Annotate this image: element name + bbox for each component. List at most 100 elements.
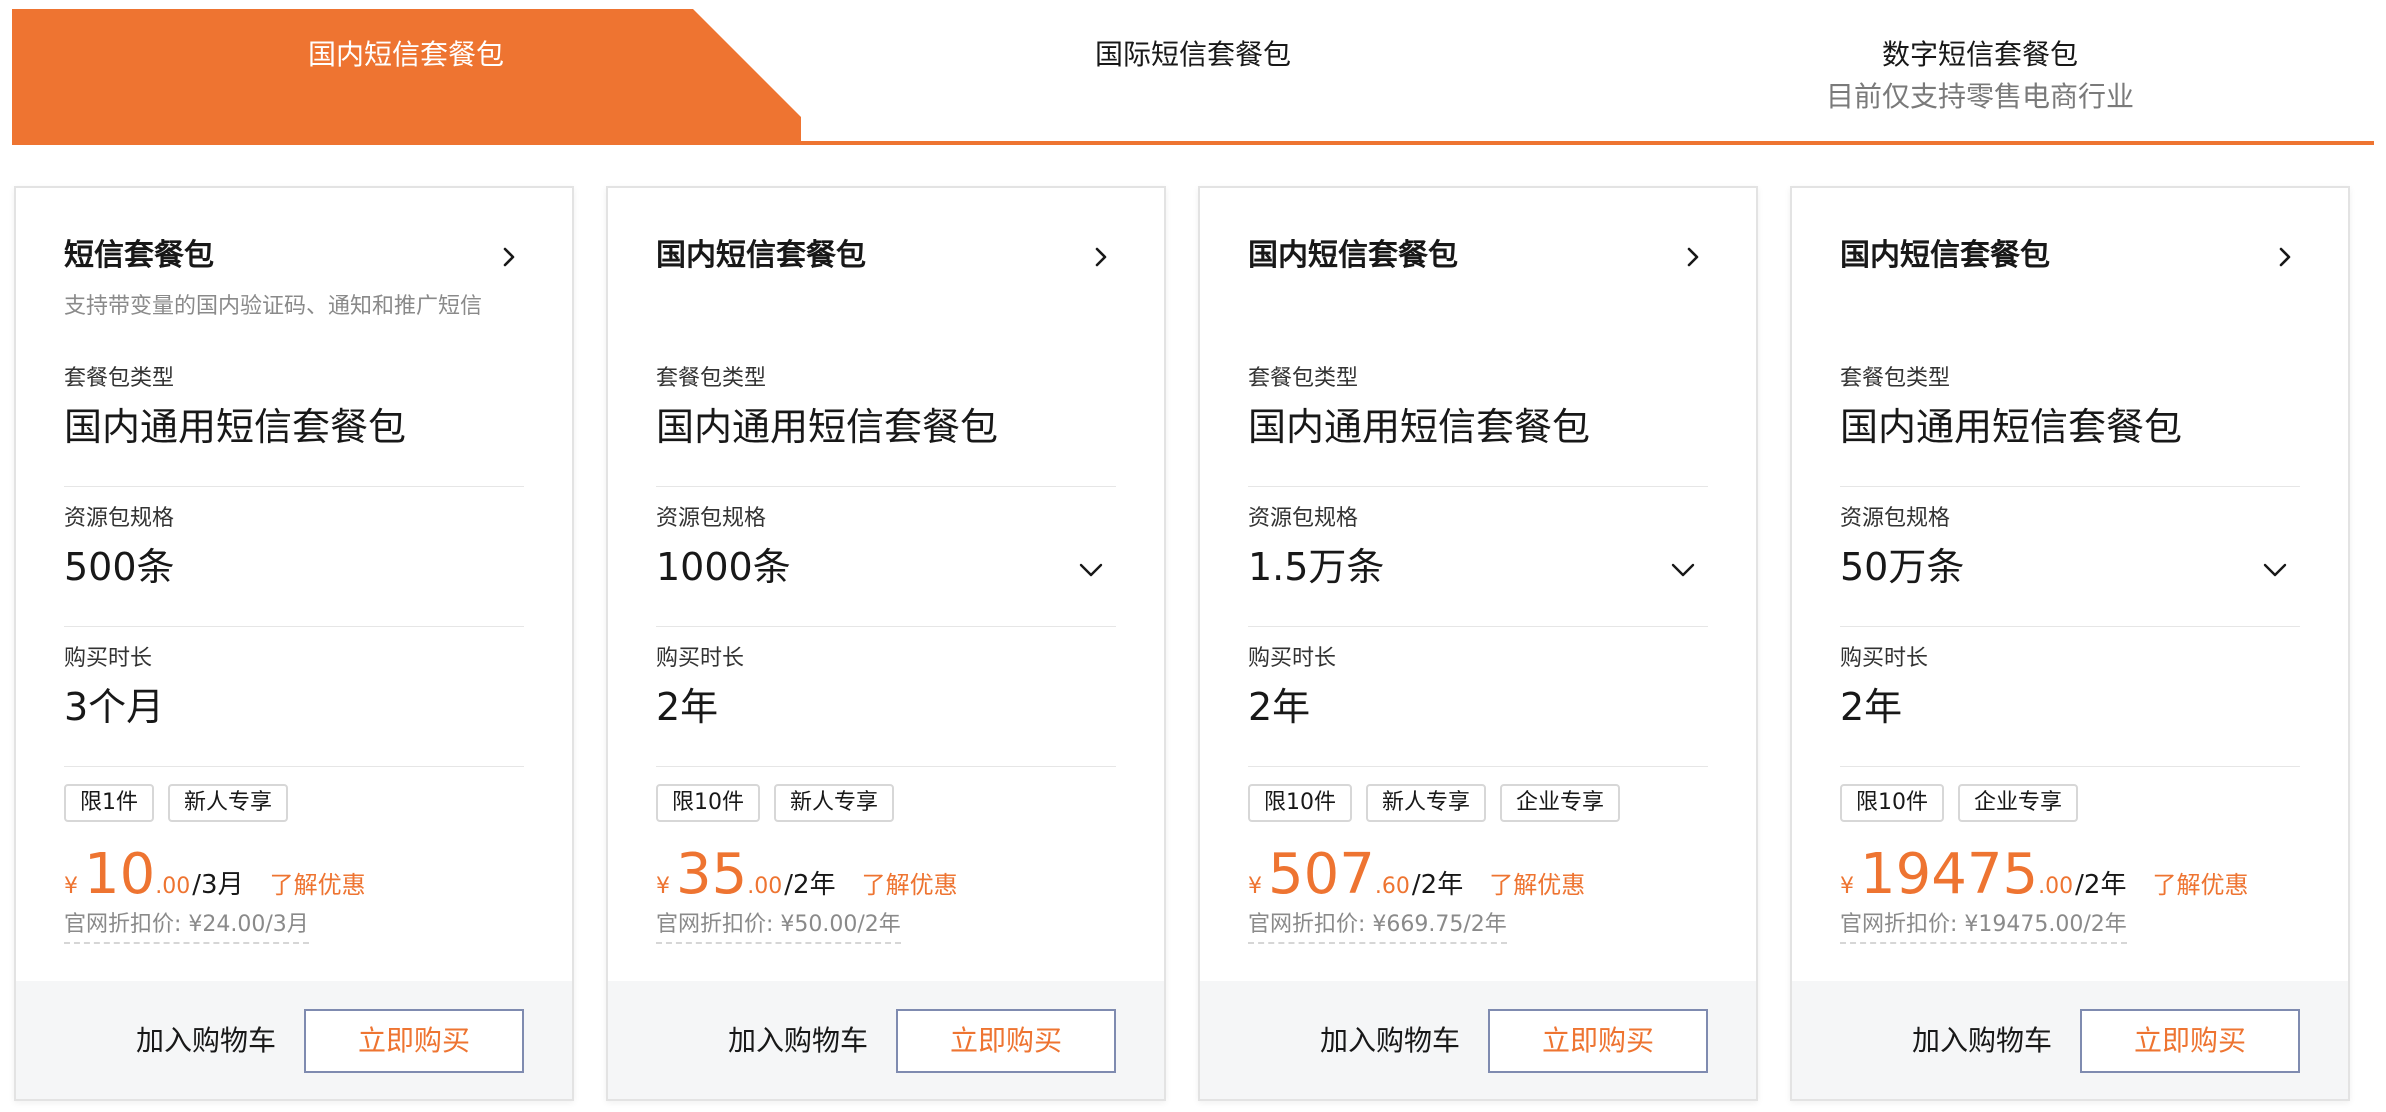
add-to-cart-button[interactable]: 加入购物车 — [1912, 1009, 2052, 1073]
card-title: 国内短信套餐包 — [1248, 238, 1458, 273]
duration-value: 2年 — [656, 685, 719, 729]
package-type-value: 国内通用短信套餐包 — [1248, 405, 1591, 449]
chevron-right-icon — [1687, 247, 1699, 267]
spec-label: 资源包规格 — [64, 506, 175, 531]
add-to-cart-button[interactable]: 加入购物车 — [728, 1009, 868, 1073]
price-unit: /2年 — [2075, 870, 2127, 900]
package-type-value: 国内通用短信套餐包 — [656, 405, 999, 449]
package-card: 短信套餐包 支持带变量的国内验证码、通知和推广短信 套餐包类型 国内通用短信套餐… — [14, 186, 574, 1101]
spec-value: 50万条 — [1840, 545, 1965, 589]
duration-label: 购买时长 — [656, 646, 745, 671]
duration-label: 购买时长 — [1248, 646, 1337, 671]
promo-link[interactable]: 了解优惠 — [1489, 865, 1585, 900]
buy-now-button[interactable]: 立即购买 — [304, 1009, 524, 1073]
spec-label: 资源包规格 — [1840, 506, 1951, 531]
spec-select[interactable]: 50万条 — [1840, 542, 2300, 598]
price-integer: 35 — [676, 842, 748, 907]
package-type-label: 套餐包类型 — [1248, 366, 1359, 391]
package-tabs: 国内短信套餐包 国际短信套餐包 数字短信套餐包 目前仅支持零售电商行业 — [12, 9, 2374, 145]
tag-badge: 新人专享 — [774, 784, 895, 822]
divider — [1840, 626, 2300, 627]
chevron-right-icon — [503, 247, 515, 267]
promo-link[interactable]: 了解优惠 — [270, 865, 366, 900]
tag-badge: 限10件 — [1248, 784, 1352, 822]
buy-now-button[interactable]: 立即购买 — [896, 1009, 1116, 1073]
currency-symbol: ¥ — [656, 874, 670, 899]
duration-value: 3个月 — [64, 685, 165, 729]
divider — [656, 766, 1116, 767]
tag-badge: 限1件 — [64, 784, 154, 822]
card-title: 短信套餐包 — [64, 238, 214, 273]
buy-now-button[interactable]: 立即购买 — [1488, 1009, 1708, 1073]
divider — [1248, 766, 1708, 767]
card-header-link[interactable]: 短信套餐包 — [64, 236, 524, 276]
divider — [1840, 766, 2300, 767]
price: ¥ 507 .60 /2年 了解优惠 — [1248, 840, 1585, 910]
card-footer: 加入购物车 立即购买 — [16, 981, 572, 1099]
divider — [64, 626, 524, 627]
duration-label: 购买时长 — [64, 646, 153, 671]
package-card: 国内短信套餐包 套餐包类型 国内通用短信套餐包 资源包规格 1000条 购买时长… — [606, 186, 1166, 1101]
buy-now-button[interactable]: 立即购买 — [2080, 1009, 2300, 1073]
card-footer: 加入购物车 立即购买 — [608, 981, 1164, 1099]
tab-international-sms[interactable]: 国际短信套餐包 — [799, 9, 1587, 141]
duration-value: 2年 — [1248, 685, 1311, 729]
card-header-link[interactable]: 国内短信套餐包 — [656, 236, 1116, 276]
spec-value: 1.5万条 — [1248, 545, 1385, 589]
currency-symbol: ¥ — [64, 874, 78, 899]
tag-badge: 企业专享 — [1500, 784, 1621, 822]
spec-select[interactable]: 1.5万条 — [1248, 542, 1708, 598]
promo-link[interactable]: 了解优惠 — [2152, 865, 2248, 900]
card-title: 国内短信套餐包 — [656, 238, 866, 273]
price-decimal: .00 — [747, 874, 783, 899]
card-header-link[interactable]: 国内短信套餐包 — [1248, 236, 1708, 276]
duration-label: 购买时长 — [1840, 646, 1929, 671]
price: ¥ 35 .00 /2年 了解优惠 — [656, 840, 958, 910]
card-description: 支持带变量的国内验证码、通知和推广短信 — [64, 294, 483, 319]
original-price: 官网折扣价: ¥24.00/3月 — [64, 910, 309, 944]
spec-value: 500条 — [64, 545, 175, 589]
chevron-down-icon — [2263, 563, 2287, 577]
add-to-cart-button[interactable]: 加入购物车 — [1320, 1009, 1460, 1073]
price-decimal: .00 — [155, 874, 191, 899]
divider — [1248, 486, 1708, 487]
spec-select[interactable]: 1000条 — [656, 542, 1116, 598]
card-footer: 加入购物车 立即购买 — [1200, 981, 1756, 1099]
divider — [656, 626, 1116, 627]
tab-underline — [12, 141, 2374, 145]
spec-label: 资源包规格 — [656, 506, 767, 531]
package-type-label: 套餐包类型 — [1840, 366, 1951, 391]
price-unit: /2年 — [1411, 870, 1464, 900]
package-type-value: 国内通用短信套餐包 — [64, 405, 407, 449]
tag-badge: 限10件 — [656, 784, 760, 822]
package-type-label: 套餐包类型 — [64, 366, 175, 391]
tag-list: 限10件 新人专享 — [656, 784, 895, 822]
chevron-down-icon — [1079, 563, 1103, 577]
tag-list: 限10件 新人专享 企业专享 — [1248, 784, 1621, 822]
tab-domestic-sms[interactable]: 国内短信套餐包 — [12, 9, 800, 141]
package-type-value: 国内通用短信套餐包 — [1840, 405, 2183, 449]
price: ¥ 19475 .00 /2年 了解优惠 — [1840, 840, 2248, 910]
add-to-cart-button[interactable]: 加入购物车 — [136, 1009, 276, 1073]
tab-digital-sms[interactable]: 数字短信套餐包 目前仅支持零售电商行业 — [1586, 9, 2374, 141]
price-decimal: .00 — [2038, 874, 2074, 899]
promo-link[interactable]: 了解优惠 — [862, 865, 958, 900]
spec-value: 1000条 — [656, 545, 791, 589]
tag-list: 限10件 企业专享 — [1840, 784, 2079, 822]
card-footer: 加入购物车 立即购买 — [1792, 981, 2348, 1099]
original-price: 官网折扣价: ¥19475.00/2年 — [1840, 910, 2127, 944]
price-unit: /3月 — [192, 870, 244, 900]
divider — [656, 486, 1116, 487]
chevron-right-icon — [2279, 247, 2291, 267]
divider — [64, 766, 524, 767]
price-integer: 507 — [1268, 842, 1375, 907]
price-unit: /2年 — [784, 870, 836, 900]
tag-badge: 企业专享 — [1958, 784, 2079, 822]
tag-badge: 限10件 — [1840, 784, 1944, 822]
currency-symbol: ¥ — [1248, 874, 1262, 899]
card-header-link[interactable]: 国内短信套餐包 — [1840, 236, 2300, 276]
tab-label: 数字短信套餐包 — [1881, 38, 2078, 71]
package-type-label: 套餐包类型 — [656, 366, 767, 391]
package-card: 国内短信套餐包 套餐包类型 国内通用短信套餐包 资源包规格 50万条 购买时长 … — [1790, 186, 2350, 1101]
tab-label: 国内短信套餐包 — [307, 38, 504, 71]
